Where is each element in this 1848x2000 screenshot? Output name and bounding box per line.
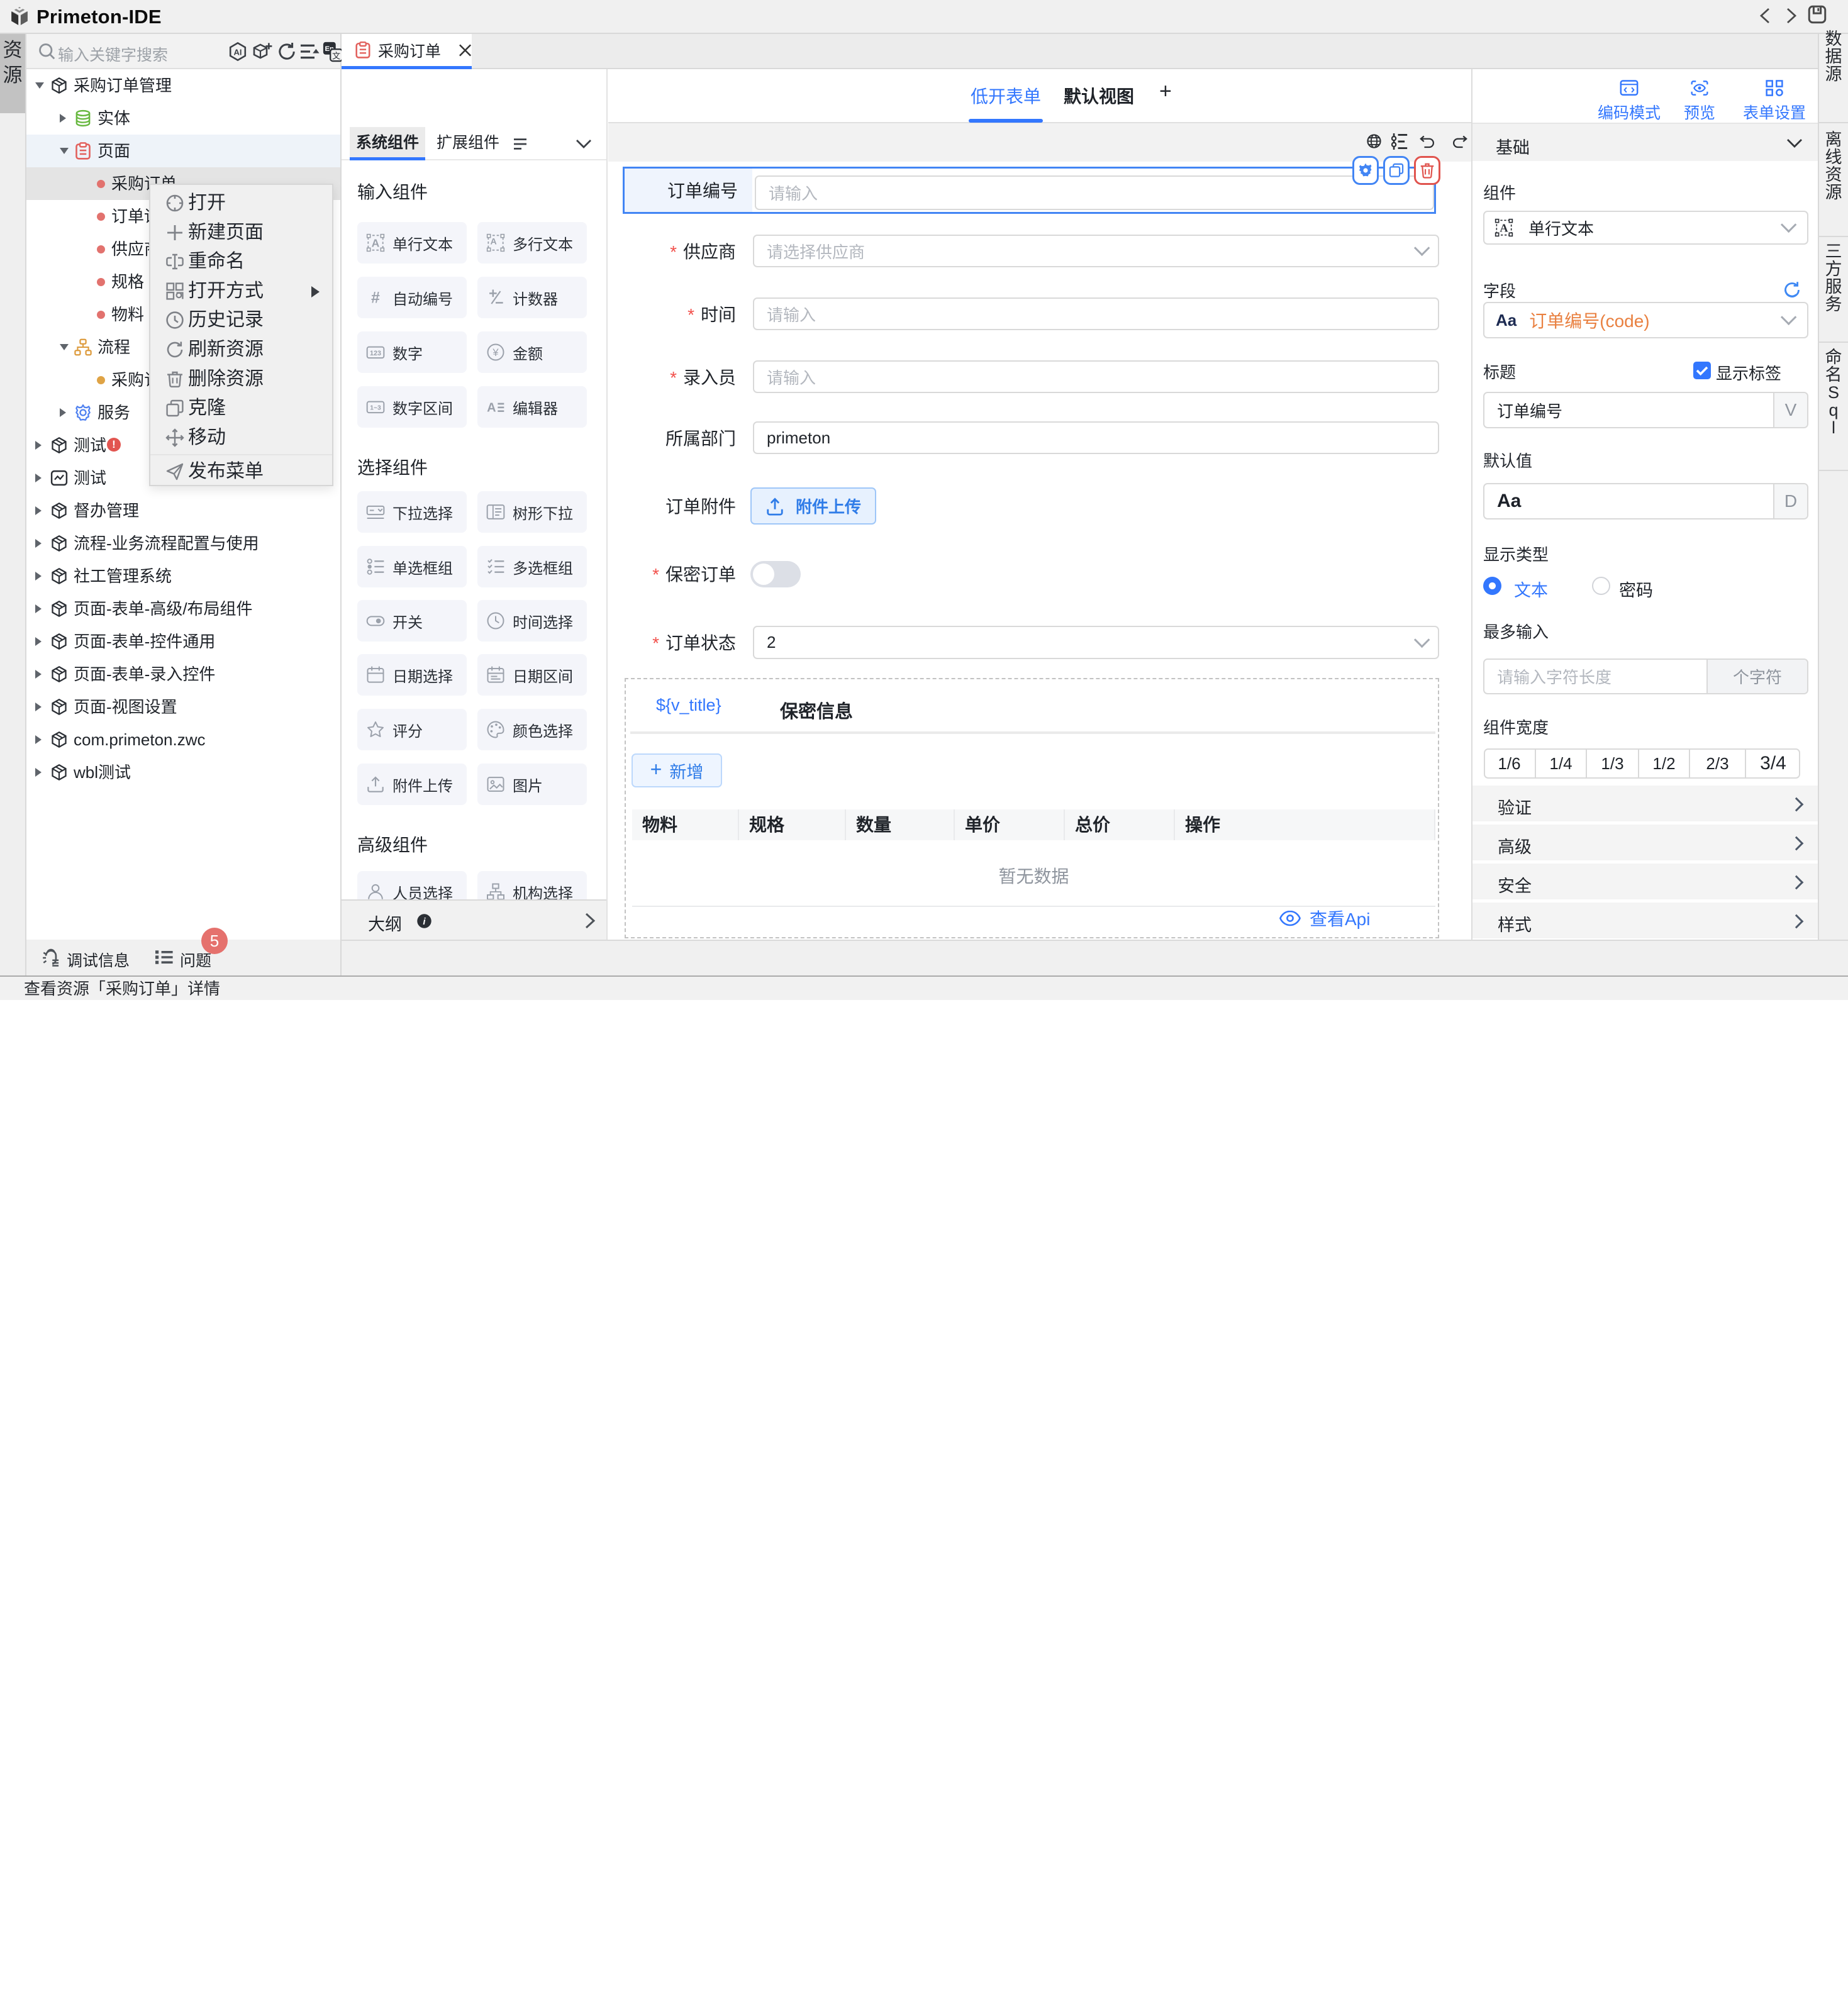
svg-text:¥: ¥ — [492, 347, 499, 358]
svg-text:#: # — [371, 289, 380, 306]
svg-text:文: 文 — [332, 51, 340, 60]
svg-text:A: A — [372, 237, 380, 250]
svg-text:1~3: 1~3 — [370, 405, 381, 412]
svg-text:A: A — [491, 237, 497, 247]
svg-text:A: A — [1500, 222, 1508, 235]
svg-text:123: 123 — [370, 350, 381, 357]
svg-text:AI: AI — [234, 47, 242, 57]
svg-text:A: A — [487, 401, 496, 415]
